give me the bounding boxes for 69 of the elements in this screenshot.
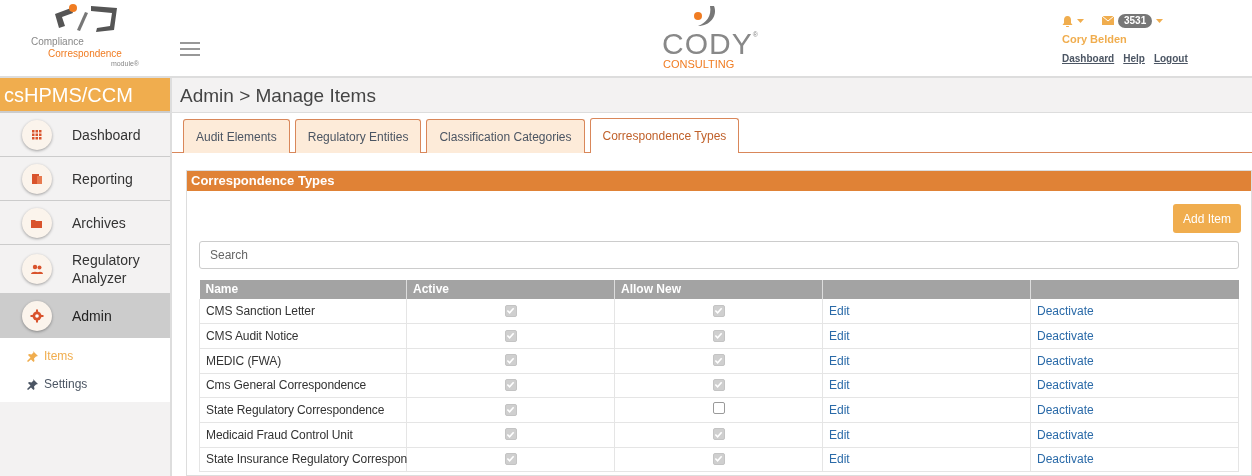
menu-icon[interactable]: [180, 42, 200, 56]
sidebar-title: csHPMS/CCM: [0, 78, 170, 113]
deactivate-link[interactable]: Deactivate: [1037, 304, 1094, 319]
checkbox[interactable]: [504, 304, 517, 317]
table-cell: CMS Sanction Letter: [199, 299, 407, 324]
deactivate-link[interactable]: Deactivate: [1037, 353, 1094, 368]
checkbox[interactable]: [712, 402, 725, 415]
table-cell: MEDIC (FWA): [199, 348, 407, 374]
tab[interactable]: Correspondence Types: [589, 118, 740, 153]
report-icon: [22, 163, 52, 194]
tab[interactable]: Regulatory Entities: [294, 119, 422, 153]
deactivate-link[interactable]: Deactivate: [1037, 427, 1094, 442]
table-cell: Medicaid Fraud Control Unit: [199, 422, 407, 448]
checkbox[interactable]: [712, 378, 725, 391]
checkbox[interactable]: [504, 354, 517, 367]
pin-icon: [27, 378, 38, 390]
checkbox[interactable]: [712, 354, 725, 367]
panel-title: Correspondence Types: [187, 171, 1251, 191]
checkbox[interactable]: [504, 329, 517, 342]
gear-icon: [22, 300, 52, 331]
checkbox[interactable]: [712, 329, 725, 342]
tab[interactable]: Classification Categories: [426, 119, 585, 153]
edit-link[interactable]: Edit: [829, 304, 850, 319]
header-link[interactable]: Logout: [1153, 51, 1188, 67]
edit-link[interactable]: Edit: [829, 353, 850, 368]
edit-link[interactable]: Edit: [829, 427, 850, 442]
logo-text: CONSULTING: [663, 58, 735, 70]
user-name: Cory Belden: [1062, 31, 1128, 47]
deactivate-link[interactable]: Deactivate: [1037, 378, 1094, 393]
checkbox[interactable]: [504, 452, 517, 465]
logo-text: CODY: [662, 30, 753, 58]
checkbox[interactable]: [712, 452, 725, 465]
edit-link[interactable]: Edit: [829, 403, 850, 418]
edit-link[interactable]: Edit: [829, 452, 850, 467]
grid-icon: [22, 119, 52, 150]
column-header: Name: [199, 280, 407, 299]
caret-icon[interactable]: [1077, 18, 1084, 23]
column-header: Active: [406, 280, 615, 299]
edit-link[interactable]: Edit: [829, 378, 850, 393]
table-cell: Cms General Correspondence: [199, 373, 407, 398]
folder-icon: [22, 207, 52, 238]
envelope-icon[interactable]: [1102, 16, 1114, 26]
checkbox[interactable]: [712, 304, 725, 317]
caret-icon[interactable]: [1156, 18, 1164, 23]
table-cell: State Insurance Regulatory Correspon: [199, 447, 407, 472]
deactivate-link[interactable]: Deactivate: [1037, 452, 1094, 467]
pin-icon: [27, 350, 38, 362]
deactivate-link[interactable]: Deactivate: [1037, 403, 1094, 418]
tab[interactable]: Audit Elements: [183, 119, 290, 153]
checkbox[interactable]: [712, 428, 725, 441]
message-count-badge: 3531: [1118, 13, 1153, 28]
table-cell: CMS Audit Notice: [199, 323, 407, 349]
users-icon: [22, 254, 52, 284]
logo-text: Correspondence: [47, 48, 123, 60]
header-link[interactable]: Help: [1123, 51, 1145, 67]
column-header: Allow New: [614, 280, 823, 299]
deactivate-link[interactable]: Deactivate: [1037, 329, 1094, 344]
table-cell: State Regulatory Correspondence: [199, 397, 407, 423]
breadcrumb: Admin > Manage Items: [172, 78, 1252, 113]
bell-icon[interactable]: [1062, 14, 1073, 27]
search-field[interactable]: Search: [199, 241, 1239, 269]
sidebar-subitem[interactable]: Settings: [0, 370, 170, 398]
sidebar-item[interactable]: Admin: [0, 294, 170, 338]
checkbox[interactable]: [504, 378, 517, 391]
logo-text: Compliance: [31, 36, 85, 48]
checkbox[interactable]: [504, 403, 517, 416]
edit-link[interactable]: Edit: [829, 329, 850, 344]
header-link[interactable]: Dashboard: [1062, 51, 1115, 67]
checkbox[interactable]: [504, 428, 517, 441]
